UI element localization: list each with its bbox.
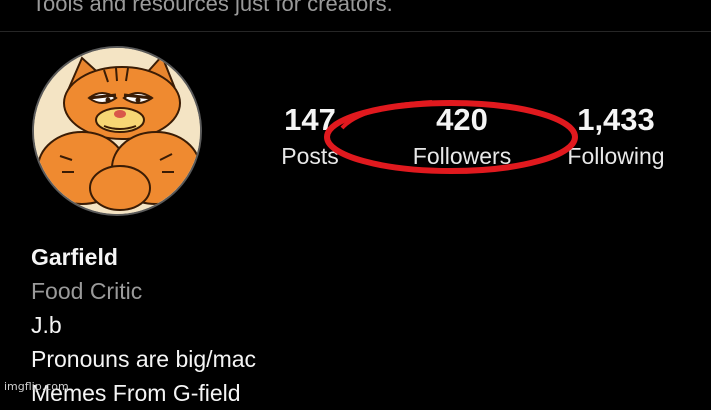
bio-line: Pronouns are big/mac — [31, 346, 257, 372]
profile-category: Food Critic — [31, 278, 143, 304]
following-count: 1,433 — [577, 102, 655, 137]
following-stat[interactable]: 1,433 Following — [555, 104, 677, 168]
garfield-avatar-icon — [34, 48, 200, 214]
profile-name: Garfield — [31, 244, 118, 270]
imgflip-watermark: imgflip.com — [4, 380, 69, 393]
profile-avatar[interactable] — [32, 46, 202, 216]
followers-label: Followers — [412, 143, 512, 169]
posts-label: Posts — [281, 143, 339, 169]
followers-count: 420 — [436, 102, 488, 137]
divider — [0, 31, 711, 32]
following-label: Following — [567, 143, 665, 169]
posts-stat[interactable]: 147 Posts — [270, 104, 350, 168]
creator-tools-banner[interactable]: Tools and resources just for creators. — [32, 0, 393, 17]
followers-stat[interactable]: 420 Followers — [397, 104, 527, 168]
posts-count: 147 — [284, 102, 336, 137]
bio-line: J.b — [31, 312, 62, 338]
